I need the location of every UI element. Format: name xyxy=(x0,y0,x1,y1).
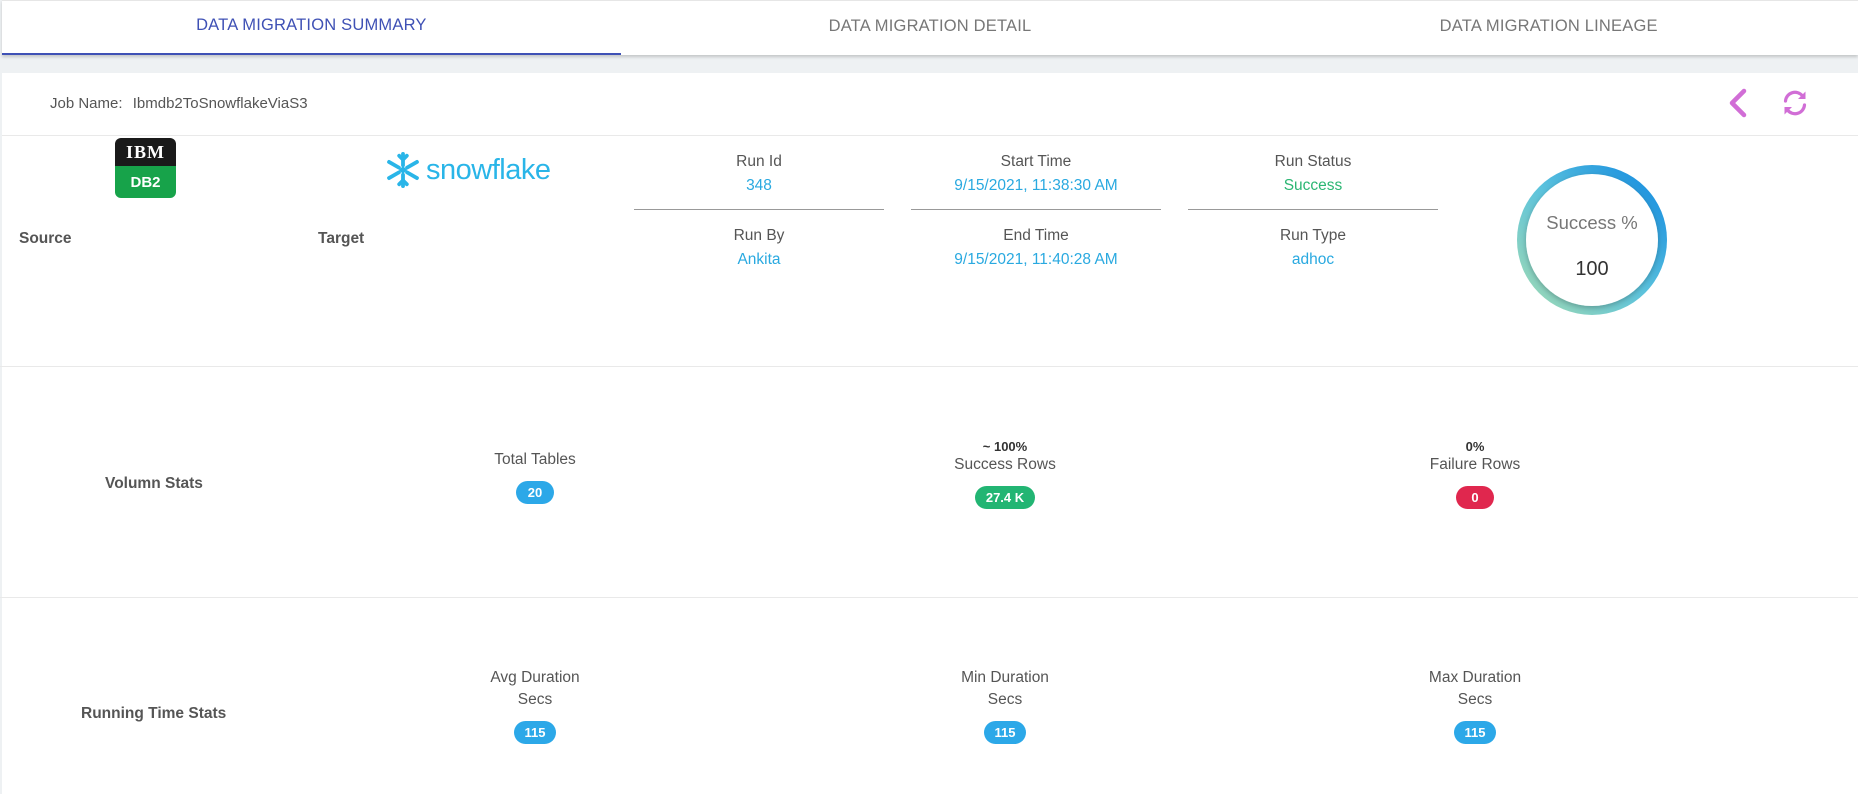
start-time-value: 9/15/2021, 11:38:30 AM xyxy=(954,177,1118,194)
avg-duration-stat: Avg Duration Secs 115 xyxy=(405,667,665,744)
run-status-value: Success xyxy=(1283,177,1343,194)
success-percent-label: Success % xyxy=(1546,212,1638,233)
run-type-label: Run Type xyxy=(1279,227,1347,244)
avg-duration-label: Avg Duration xyxy=(490,669,580,686)
run-id-value: 348 xyxy=(746,177,772,194)
run-type-block: Run Type adhoc xyxy=(1188,227,1438,269)
running-time-stats-label: Running Time Stats xyxy=(81,705,227,722)
max-duration-stat: Max Duration Secs 115 xyxy=(1345,667,1605,744)
run-type-value: adhoc xyxy=(1291,251,1335,268)
failure-rows-label: Failure Rows xyxy=(1429,456,1521,473)
run-status-label: Run Status xyxy=(1274,153,1352,170)
tab-bar: DATA MIGRATION SUMMARY DATA MIGRATION DE… xyxy=(2,0,1858,55)
run-id-label: Run Id xyxy=(736,153,782,170)
min-duration-stat: Min Duration Secs 115 xyxy=(875,667,1135,744)
db2-logo-bottom: DB2 xyxy=(115,166,176,198)
end-time-value: 9/15/2021, 11:40:28 AM xyxy=(954,251,1118,268)
start-time-label: Start Time xyxy=(1000,153,1072,170)
target-label: Target xyxy=(318,230,365,247)
min-duration-unit: Secs xyxy=(987,691,1023,708)
divider xyxy=(911,209,1161,210)
max-duration-unit: Secs xyxy=(1457,691,1493,708)
avg-duration-badge: 115 xyxy=(513,721,557,744)
total-tables-badge: 20 xyxy=(516,481,554,504)
source-label: Source xyxy=(19,230,72,247)
divider xyxy=(634,209,884,210)
job-name: Job Name: Ibmdb2ToSnowflakeViaS3 xyxy=(50,95,308,112)
chevron-left-icon xyxy=(1729,88,1747,118)
min-duration-badge: 115 xyxy=(983,721,1027,744)
job-name-label: Job Name: xyxy=(50,95,123,112)
back-button[interactable] xyxy=(1720,85,1756,121)
run-id-block: Run Id 348 xyxy=(634,153,884,195)
min-duration-label: Min Duration xyxy=(961,669,1049,686)
tab-lineage[interactable]: DATA MIGRATION LINEAGE xyxy=(1239,1,1858,55)
snowflake-logo-text: snowflake xyxy=(426,153,551,186)
success-rows-percent: ~ 100% xyxy=(982,439,1028,454)
volume-stats-label: Volumn Stats xyxy=(105,475,203,492)
failure-rows-percent: 0% xyxy=(1465,439,1485,454)
refresh-button[interactable] xyxy=(1777,85,1813,121)
end-time-label: End Time xyxy=(1003,227,1069,244)
refresh-icon xyxy=(1783,90,1807,116)
end-time-block: End Time 9/15/2021, 11:40:28 AM xyxy=(911,227,1161,269)
max-duration-badge: 115 xyxy=(1453,721,1497,744)
run-by-label: Run By xyxy=(733,227,785,244)
run-by-block: Run By Ankita xyxy=(634,227,884,269)
snowflake-logo: snowflake xyxy=(384,148,551,192)
failure-rows-stat: 0% Failure Rows 0 xyxy=(1345,439,1605,509)
gauge-center xyxy=(1526,174,1658,306)
success-rows-badge: 27.4 K xyxy=(974,486,1036,509)
tab-detail[interactable]: DATA MIGRATION DETAIL xyxy=(621,1,1240,55)
tab-summary[interactable]: DATA MIGRATION SUMMARY xyxy=(2,1,621,55)
total-tables-stat: Total Tables 20 xyxy=(405,449,665,504)
db2-logo: IBM DB2 xyxy=(115,138,176,198)
total-tables-label: Total Tables xyxy=(494,451,576,468)
max-duration-label: Max Duration xyxy=(1428,669,1522,686)
divider xyxy=(0,366,1858,367)
start-time-block: Start Time 9/15/2021, 11:38:30 AM xyxy=(911,153,1161,195)
db2-logo-top: IBM xyxy=(115,138,176,166)
success-rows-label: Success Rows xyxy=(954,456,1056,473)
snowflake-icon xyxy=(387,151,419,189)
divider xyxy=(1188,209,1438,210)
success-gauge xyxy=(1517,165,1667,315)
failure-rows-badge: 0 xyxy=(1456,486,1494,509)
run-status-block: Run Status Success xyxy=(1188,153,1438,195)
job-name-value: Ibmdb2ToSnowflakeViaS3 xyxy=(132,95,308,112)
job-header: Job Name: Ibmdb2ToSnowflakeViaS3 xyxy=(2,73,1858,136)
run-by-value: Ankita xyxy=(737,251,781,268)
success-percent-value: 100 xyxy=(1575,258,1609,280)
success-rows-stat: ~ 100% Success Rows 27.4 K xyxy=(875,439,1135,509)
divider xyxy=(0,597,1858,598)
avg-duration-unit: Secs xyxy=(517,691,553,708)
